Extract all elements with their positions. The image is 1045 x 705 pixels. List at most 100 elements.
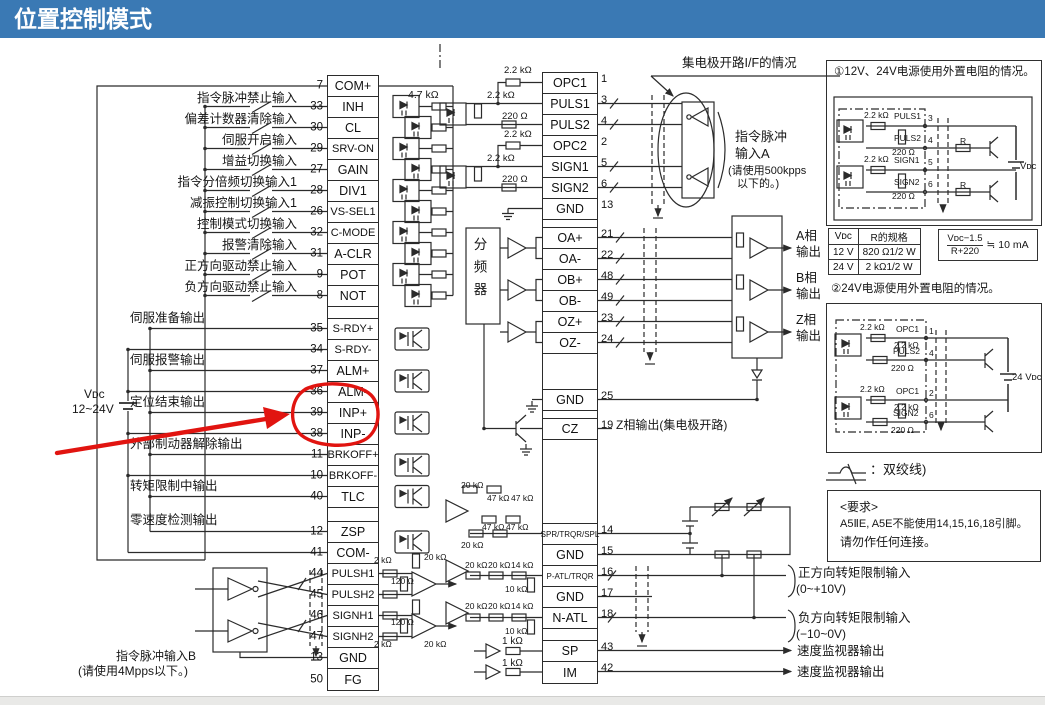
pin-number: 22 [601,249,613,261]
pin-number: 34 [299,343,323,355]
spec-cell: 820 Ω1/2 W [858,245,920,260]
pin-number: 13 [299,651,323,663]
resistor-value: 2.2 kΩ [504,66,532,77]
pin-number: 25 [601,390,613,402]
pin-number: 30 [299,121,323,133]
pin-number: 32 [299,226,323,238]
terminal-row: 44PULSH1 [328,564,378,585]
pulse-a-note: (请使用500kpps [728,165,806,178]
pin-number: 21 [601,228,613,240]
resistor-label: R [960,181,966,191]
terminal-row: 42IM [543,662,597,683]
left-terminal-block: 7COM+33INH30CL29SRV-ON27GAIN28DIV126VS-S… [327,75,379,691]
terminal-label: SIGN2 [543,178,597,198]
resistor-value: 1 kΩ [502,636,523,648]
terminal-label: N-ATL [543,608,597,628]
note-line: 请勿作任何连接。 [840,533,1040,551]
terminal-label: INP+ [328,403,378,423]
pin-number: 23 [601,312,613,324]
pin-number: 6 [929,411,934,421]
pin-number: 5 [928,158,933,168]
resistor-label: R [960,137,966,147]
pin-number: 4 [601,115,607,127]
terminal-label: ALM+ [328,361,378,381]
resistor-value: 2.2 kΩ [487,91,515,102]
terminal-label: GND [543,390,597,410]
terminal-row: 49OB- [543,291,597,312]
resistor-value: 220 Ω [891,426,914,436]
vdc-label: 24 Vᴅᴄ [1012,373,1042,384]
formula-fraction: Vᴅᴄ−1.5R+220 [947,233,982,257]
resistor-value: 220 Ω [891,364,914,374]
terminal-row: 8NOT [328,286,378,307]
resistor-value: 20 kΩ [465,561,487,571]
terminal-row: 12ZSP [328,522,378,543]
terminal-row: 37ALM+ [328,361,378,382]
resistor-value: 120 Ω [391,577,414,587]
output-label: 伺服准备输出 [130,311,205,325]
terminal-row [328,508,378,522]
resistor-value: 120 Ω [391,618,414,628]
spec-cell: 24 V [829,260,859,275]
signal-label: SIGN1 [894,156,920,166]
spec-cell: 2 kΩ1/2 W [858,260,920,275]
pin-number: 19 [601,419,613,431]
resistor-value: 20 kΩ [461,541,483,551]
resistor-value: 220 Ω [892,192,915,202]
pulse-b-label: 指令脉冲输入B [116,650,196,664]
terminal-row: 11BRKOFF+ [328,445,378,466]
terminal-row [328,307,378,319]
terminal-row: 29SRV-ON [328,139,378,160]
pin-number: 24 [601,333,613,345]
pulse-b-note: (请使用4Mpps以下。) [78,665,188,679]
signal-label: PULS2 [893,347,920,357]
signal-label: PULS2 [894,134,921,144]
terminal-row: 21OA+ [543,228,597,249]
requirement-note-box: <要求> A5ⅡE, A5E不能使用14,15,16,18引脚。 请勿作任何连接… [827,490,1041,562]
pin-number: 45 [299,588,323,600]
pin-number: 8 [299,289,323,301]
phase-a-label: 输出 [796,245,821,259]
pin-number: 12 [299,525,323,537]
resistor-value: 1 kΩ [502,658,523,670]
pin-number: 11 [299,448,323,460]
resistor-value: 20 kΩ [488,602,510,612]
pin-number: 35 [299,322,323,334]
resistor-value: 2.2 kΩ [860,385,885,395]
terminal-label: GND [543,587,597,607]
terminal-row: 46SIGNH1 [328,606,378,627]
resistor-value: 220 Ω [502,175,528,186]
terminal-row: 45PULSH2 [328,585,378,606]
box1-title: ①12V、24V电源使用外置电阻的情况。 [834,66,1035,79]
terminal-label: SRV-ON [328,139,378,159]
input-label: 指令分倍频切换输入1 [178,175,297,189]
terminal-label: GND [328,648,378,668]
terminal-row: 26VS-SEL1 [328,202,378,223]
terminal-label: OPC2 [543,136,597,156]
pin-number: 37 [299,364,323,376]
terminal-row: 18N-ATL [543,608,597,629]
terminal-row: 1OPC1 [543,73,597,94]
terminal-row: 9POT [328,265,378,286]
terminal-label: SIGNH1 [328,606,378,626]
pin-number: 29 [299,142,323,154]
open-collector-label: 集电极开路I/F的情况 [682,56,797,70]
note-line: <要求> [840,498,1040,516]
phase-a-label: A相 [796,229,817,243]
twisted-pair-legend-icon [826,464,866,484]
terminal-row: 13GND [543,199,597,220]
terminal-label: OB+ [543,270,597,290]
pin-number: 4 [929,349,934,359]
pulse-a-label: 指令脉冲 [735,130,787,145]
terminal-label: CZ [543,419,597,439]
resistor-value: 4.7 kΩ [408,89,439,101]
pin-number: 2 [601,136,607,148]
terminal-label: GND [543,545,597,565]
signal-label: SIGN2 [894,178,920,188]
speed-monitor-label: 速度监视器输出 [797,665,885,679]
terminal-label: CL [328,118,378,138]
pin-number: 2 [929,389,934,399]
formula-denominator: R+220 [947,245,982,257]
cz-transistor [484,400,542,456]
terminal-label: S-RDY- [328,340,378,360]
